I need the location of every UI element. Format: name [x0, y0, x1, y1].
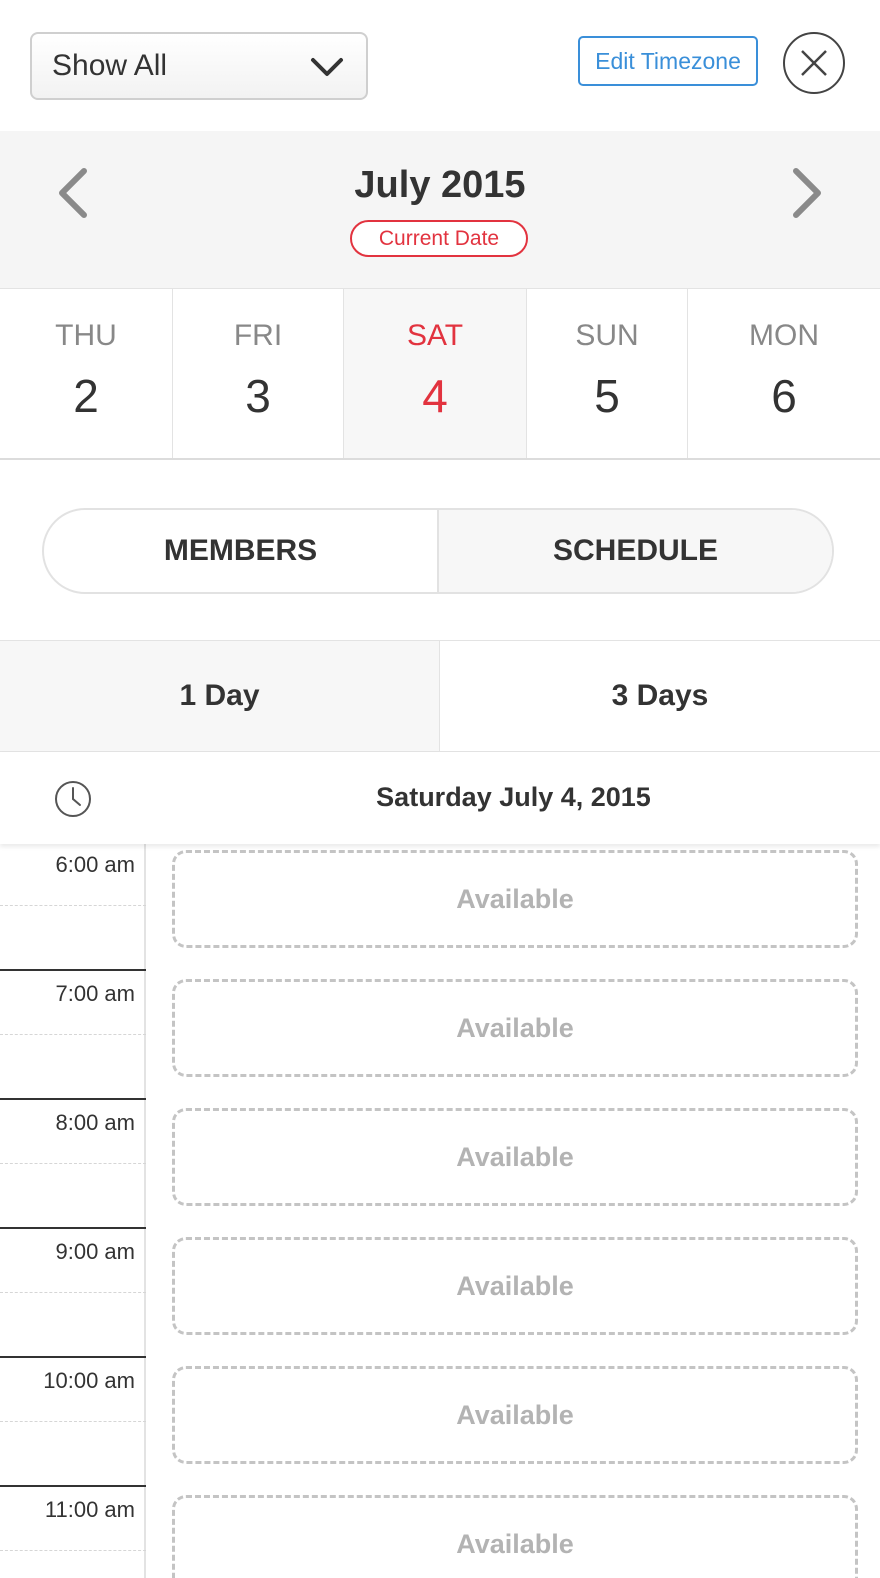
clock-icon [55, 781, 91, 817]
day-number: 2 [73, 370, 99, 422]
time-label: 7:00 am [55, 981, 136, 1006]
day-number: 6 [771, 370, 797, 422]
hour-row: 8:00 am Available [0, 1098, 880, 1228]
hour-divider [0, 1098, 146, 1100]
schedule-date-header: Saturday July 4, 2015 [0, 752, 880, 844]
hour-divider [0, 1227, 146, 1229]
day-cell-selected[interactable]: SAT 4 [344, 289, 527, 458]
availability-slot[interactable]: Available [172, 1495, 858, 1578]
view-segmented-control: MEMBERS SCHEDULE [42, 508, 834, 594]
chevron-down-icon [311, 58, 343, 76]
half-hour-divider [0, 905, 146, 906]
time-label: 9:00 am [55, 1239, 136, 1264]
schedule-date: Saturday July 4, 2015 [376, 782, 651, 812]
day-cell[interactable]: THU 2 [0, 289, 173, 458]
close-icon [801, 50, 827, 76]
day-cell[interactable]: MON 6 [688, 289, 880, 458]
availability-slot[interactable]: Available [172, 1366, 858, 1464]
close-button[interactable] [783, 32, 845, 94]
day-of-week: THU [55, 319, 117, 352]
day-number: 4 [422, 370, 448, 422]
hour-divider [0, 1356, 146, 1358]
day-number: 5 [594, 370, 620, 422]
half-hour-divider [0, 1550, 146, 1551]
time-label: 10:00 am [43, 1368, 135, 1393]
tab-3-days[interactable]: 3 Days [440, 641, 880, 751]
filter-select-value: Show All [52, 49, 168, 82]
availability-slot[interactable]: Available [172, 850, 858, 948]
hour-row: 11:00 am Available [0, 1485, 880, 1578]
half-hour-divider [0, 1163, 146, 1164]
hour-divider [0, 1485, 146, 1487]
half-hour-divider [0, 1034, 146, 1035]
day-number: 3 [245, 370, 271, 422]
month-header: July 2015 Current Date [0, 131, 880, 288]
hour-row: 9:00 am Available [0, 1227, 880, 1357]
tab-members[interactable]: MEMBERS [44, 510, 437, 592]
hour-row: 7:00 am Available [0, 969, 880, 1099]
day-cell[interactable]: SUN 5 [527, 289, 688, 458]
hour-row: 6:00 am Available [0, 844, 880, 970]
day-of-week: SUN [575, 319, 639, 352]
top-bar: Show All Edit Timezone [0, 0, 880, 131]
current-date-button[interactable]: Current Date [350, 220, 528, 257]
day-of-week: FRI [233, 319, 283, 352]
time-label: 8:00 am [55, 1110, 136, 1135]
range-tabs: 1 Day 3 Days [0, 640, 880, 752]
availability-slot[interactable]: Available [172, 1237, 858, 1335]
filter-select[interactable]: Show All [30, 32, 368, 100]
hour-divider [0, 969, 146, 971]
tab-schedule[interactable]: SCHEDULE [437, 510, 832, 592]
availability-slot[interactable]: Available [172, 979, 858, 1077]
day-strip: THU 2 FRI 3 SAT 4 SUN 5 MON 6 [0, 288, 880, 460]
chevron-right-icon[interactable] [788, 167, 828, 219]
tab-1-day[interactable]: 1 Day [0, 641, 440, 751]
time-label: 11:00 am [44, 1497, 135, 1522]
edit-timezone-button[interactable]: Edit Timezone [578, 36, 758, 86]
day-of-week: MON [749, 319, 819, 352]
day-of-week: SAT [406, 319, 464, 352]
hour-row: 10:00 am Available [0, 1356, 880, 1486]
month-title: July 2015 [354, 164, 526, 206]
half-hour-divider [0, 1421, 146, 1422]
availability-slot[interactable]: Available [172, 1108, 858, 1206]
day-cell[interactable]: FRI 3 [173, 289, 344, 458]
half-hour-divider [0, 1292, 146, 1293]
schedule-grid: 6:00 am Available 7:00 am Available 8:00 am A… [0, 844, 880, 1578]
time-label: 6:00 am [55, 852, 136, 877]
